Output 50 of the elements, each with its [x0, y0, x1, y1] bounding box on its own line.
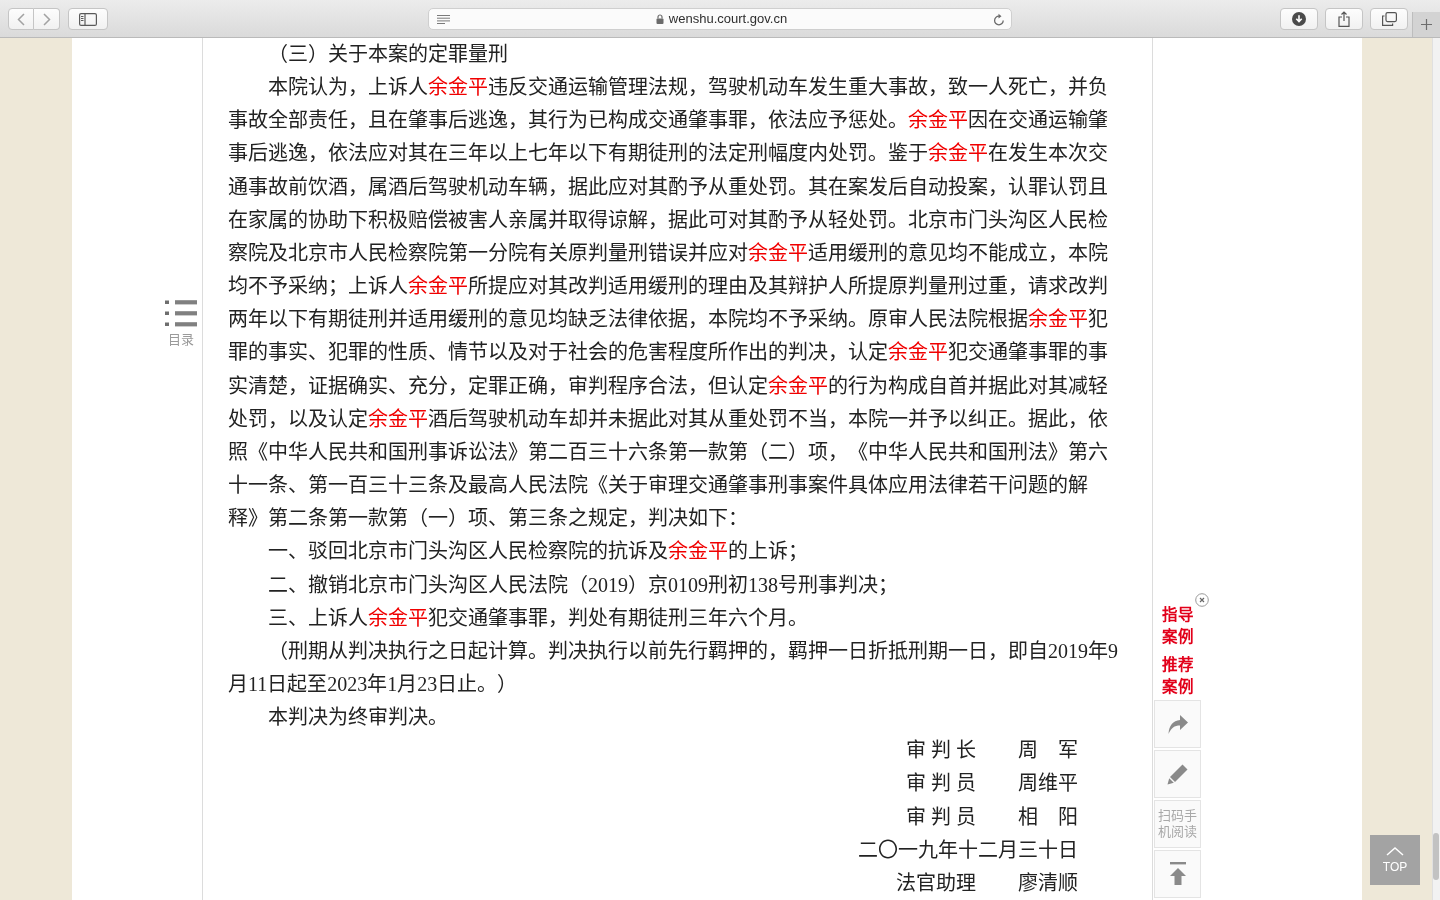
scrollbar[interactable] [1432, 38, 1440, 900]
chevron-up-icon[interactable] [1386, 846, 1404, 856]
share-button[interactable] [1154, 700, 1201, 748]
tabs-button[interactable] [1370, 8, 1408, 30]
paragraph: 本院认为，上诉人余金平违反交通运输管理法规，驾驶机动车发生重大事故，致一人死亡，并负事故全部责任，且在肇事后逃逸，其行为已构成交通肇事罪，依法应予惩处。余金平因在交通运输肇事后逃逸，依法应对其在三年以上七年以下有期徒刑的法定刑幅度内处罚。鉴于余金平在发生本次交通事故前饮酒，属酒后驾驶机动车辆，据此应对其酌予从重处罚。其在案发后自动投案，认罪认罚且在家属的协助下积极赔偿被害人亲属并取得谅解，据此可对其酌予从轻处罚。北京市门头沟区人民检察院及北京市人民检察院第一分院有关原判量刑错误并应对余金平适用缓刑的意见均不能成立，本院均不予采纳；上诉人余金平所提应对其改判适用缓刑的理由及其辩护人所提原判量刑过重，请求改判两年以下有期徒刑并适用缓刑的意见均缺乏法律依据，本院均不予采纳。原审人民法院根据余金平犯罪的事实、犯罪的性质、情节以及对于社会的危害程度所作出的判决，认定余金平犯交通肇事罪的事实清楚，证据确实、充分，定罪正确，审判程序合法，但认定余金平的行为构成自首并据此对其减轻处罚，以及认定余金平酒后驾驶机动车却并未据此对其从重处罚不当，本院一并予以纠正。据此，依照《中华人民共和国刑事诉讼法》第二百三十六条第一款第（二）项，《中华人民共和国刑法》第六十一条、第一百三十三条及最高人民法院《关于审理交通肇事刑事案件具体应用法律若干问题的解释》第二条第一款第（一）项、第三条之规定，判决如下： [228, 75, 1109, 532]
paragraph: （刑期从判决执行之日起计算。判决执行以前先行羁押的，羁押一日折抵刑期一日，即自2019年9月11日起至2023年1月23日止。） [228, 638, 1119, 697]
judgment-date: 二〇一九年十二月三十日 [858, 837, 1078, 863]
chevron-left-icon[interactable] [17, 12, 25, 26]
back-button[interactable] [8, 8, 34, 30]
signatory-name: 相 阳 [1018, 804, 1078, 830]
case-link[interactable]: 指导案例 [1162, 604, 1198, 648]
paragraph: 二、撤销北京市门头沟区人民法院（2019）京0109刑初138号刑事判决； [267, 572, 899, 598]
curved-arrow-icon[interactable] [1166, 713, 1189, 735]
numbered-list-icon[interactable] [165, 298, 197, 328]
pencil-icon[interactable] [1166, 763, 1189, 785]
paragraph: 三、上诉人余金平犯交通肇事罪，判处有期徒刑三年六个月。 [267, 605, 809, 631]
share-icon[interactable] [1338, 11, 1350, 27]
address-field[interactable]: wenshu.court.gov.cn [428, 8, 1012, 30]
lines-icon[interactable] [437, 14, 450, 24]
section-heading: （三）关于本案的定罪量刑 [267, 42, 509, 67]
lock-icon [655, 14, 664, 24]
close-icon[interactable] [1195, 593, 1209, 607]
download-button[interactable] [1280, 8, 1318, 30]
signatory-title: 审 判 员 [906, 771, 976, 797]
new-tab-button[interactable] [1412, 12, 1440, 37]
scrollbar-thumb[interactable] [1433, 833, 1439, 880]
signatory-name: 廖清顺 [1018, 870, 1078, 896]
signatory-title: 法官助理 [896, 870, 976, 896]
sidebar-icon[interactable] [79, 12, 97, 26]
up-arrow-icon[interactable] [1167, 862, 1188, 886]
refresh-icon[interactable] [993, 12, 1005, 26]
toc-button[interactable]: 目录 [165, 298, 197, 348]
download-icon[interactable] [1292, 12, 1306, 26]
top-button[interactable]: TOP [1370, 835, 1420, 885]
signatory-name: 周维平 [1018, 771, 1078, 797]
sidebar-button[interactable] [68, 8, 108, 30]
tabs-icon[interactable] [1381, 12, 1397, 26]
signatory-title: 审 判 长 [906, 738, 976, 764]
paragraph: 本判决为终审判决。 [267, 705, 449, 731]
forward-button[interactable] [34, 8, 60, 30]
signatory-title: 审 判 员 [906, 804, 976, 830]
plus-icon[interactable] [1421, 19, 1432, 30]
chevron-right-icon[interactable] [42, 12, 51, 26]
edit-button[interactable] [1154, 750, 1201, 798]
case-link[interactable]: 推荐案例 [1162, 654, 1198, 698]
share-button[interactable] [1325, 8, 1363, 30]
paragraph: 一、驳回北京市门头沟区人民检察院的抗诉及余金平的上诉； [267, 539, 809, 565]
url-text: wenshu.court.gov.cn [668, 11, 788, 27]
back-to-top-button[interactable] [1154, 850, 1201, 898]
signatory-name: 周 军 [1018, 738, 1078, 764]
